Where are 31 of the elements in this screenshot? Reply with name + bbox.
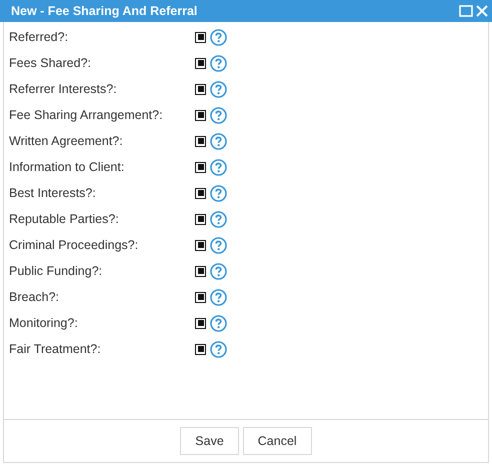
close-icon[interactable] [476, 5, 488, 17]
checkbox[interactable] [195, 318, 206, 328]
field-label: Breach?: [9, 290, 60, 304]
checkbox[interactable] [195, 188, 206, 198]
field-label: Referred?: [9, 30, 70, 44]
field-label: Referrer Interests?: [9, 82, 118, 96]
field-label: Reputable Parties?: [9, 212, 120, 226]
checkbox[interactable] [195, 344, 206, 354]
field-label: Best Interests?: [9, 186, 97, 200]
field-label: Monitoring?: [9, 316, 79, 330]
checkbox[interactable] [195, 110, 206, 120]
field-label: Fair Treatment?: [9, 342, 102, 356]
checkbox[interactable] [195, 266, 206, 276]
field-label: Criminal Proceedings?: [9, 238, 140, 252]
checkbox[interactable] [195, 214, 206, 224]
field-label: Fees Shared?: [9, 56, 92, 70]
checkbox[interactable] [195, 292, 206, 302]
checkbox[interactable] [195, 240, 206, 250]
checkbox[interactable] [195, 136, 206, 146]
checkbox[interactable] [195, 58, 206, 68]
field-label: Public Funding?: [9, 264, 104, 278]
checkbox[interactable] [195, 32, 206, 42]
maximize-icon[interactable] [459, 5, 473, 17]
field-label: Information to Client: [9, 160, 126, 174]
window-title: New - Fee Sharing And Referral [11, 4, 198, 18]
checkbox[interactable] [195, 84, 206, 94]
field-label: Written Agreement?: [9, 134, 124, 148]
field-label: Fee Sharing Arrangement?: [9, 108, 164, 122]
checkbox[interactable] [195, 162, 206, 172]
save-button[interactable]: Save [180, 427, 239, 455]
cancel-button[interactable]: Cancel [242, 427, 312, 455]
